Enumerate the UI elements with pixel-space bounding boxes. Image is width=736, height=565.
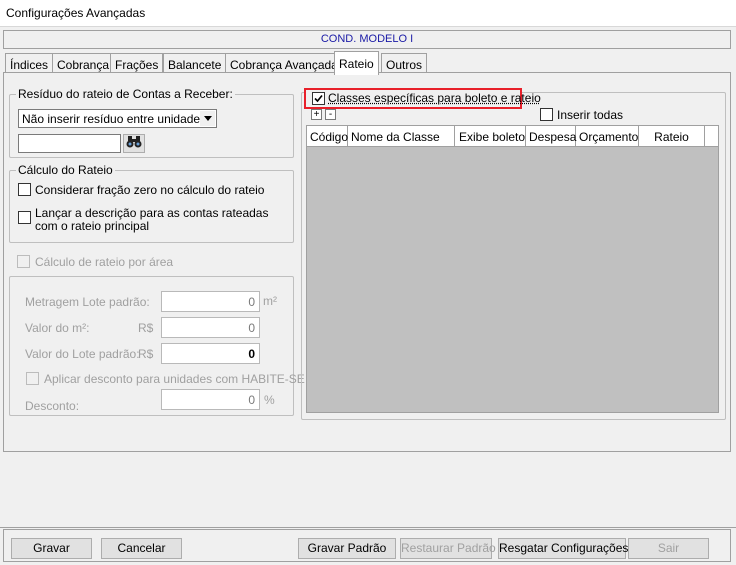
residuo-selected: Não inserir resíduo entre unidades bbox=[22, 112, 207, 126]
area-groupbox: Metragem Lote padrão: 0 m² Valor do m²: … bbox=[9, 276, 305, 416]
gravar-button[interactable]: Gravar bbox=[11, 538, 92, 559]
rateio-area-label: Cálculo de rateio por área bbox=[35, 255, 174, 269]
habite-se-label: Aplicar desconto para unidades com HABIT… bbox=[44, 372, 305, 386]
valor-m2-input[interactable]: 0 bbox=[161, 317, 260, 338]
column-header-label: Rateio bbox=[654, 130, 689, 144]
column-header-codigo[interactable]: Código bbox=[307, 126, 348, 147]
binoculars-icon bbox=[126, 136, 142, 151]
tab-indices[interactable]: Índices bbox=[5, 53, 54, 74]
bottom-button-bar: Gravar Cancelar Gravar Padrão Restaurar … bbox=[3, 529, 731, 562]
window-title: Configurações Avançadas bbox=[6, 6, 146, 20]
column-header-exibe-boleto[interactable]: Exibe boleto bbox=[455, 126, 526, 147]
tab-label: Frações bbox=[115, 58, 159, 72]
sair-button[interactable]: Sair bbox=[628, 538, 709, 559]
desconto-unit: % bbox=[264, 393, 275, 407]
inserir-todas-checkbox[interactable] bbox=[540, 108, 553, 121]
classes-specific-highlight: Classes específicas para boleto e rateio bbox=[304, 88, 541, 109]
desconto-label: Desconto: bbox=[25, 399, 80, 413]
metragem-input[interactable]: 0 bbox=[161, 291, 260, 312]
tab-fracoes[interactable]: Frações bbox=[110, 53, 164, 74]
tab-label: Rateio bbox=[339, 57, 374, 71]
tab-panel-rateio: Resíduo do rateio de Contas a Receber: N… bbox=[3, 72, 731, 452]
tab-label: Índices bbox=[10, 58, 49, 72]
residuo-groupbox: Resíduo do rateio de Contas a Receber: N… bbox=[9, 87, 294, 158]
sair-button-label: Sair bbox=[657, 541, 680, 555]
habite-se-checkbox[interactable] bbox=[26, 372, 39, 385]
lancar-descricao-label-1: Lançar a descrição para as contas ratead… bbox=[35, 206, 269, 220]
column-header-nome-classe[interactable]: Nome da Classe bbox=[348, 126, 455, 147]
fracao-zero-checkbox[interactable] bbox=[18, 183, 31, 196]
restaurar-padrao-label: Restaurar Padrão bbox=[401, 541, 496, 555]
metragem-unit: m² bbox=[263, 294, 277, 308]
tab-cobranca[interactable]: Cobrança bbox=[52, 53, 115, 74]
collapse-minus-button[interactable]: - bbox=[325, 109, 336, 120]
calculo-groupbox: Cálculo do Rateio Considerar fração zero… bbox=[9, 163, 294, 243]
tab-label: Cobrança bbox=[57, 58, 110, 72]
tab-rateio[interactable]: Rateio bbox=[334, 51, 379, 75]
resgatar-configuracoes-button[interactable]: Resgatar Configurações bbox=[498, 538, 629, 559]
column-header-orcamento[interactable]: Orçamento bbox=[576, 126, 639, 147]
window-titlebar: Configurações Avançadas bbox=[0, 0, 736, 27]
restaurar-padrao-button[interactable]: Restaurar Padrão bbox=[400, 538, 496, 559]
expand-plus-button[interactable]: + bbox=[311, 109, 322, 120]
classes-specific-checkbox[interactable] bbox=[312, 92, 325, 105]
residuo-search-input[interactable] bbox=[18, 134, 121, 153]
condominium-bar: COND. MODELO I bbox=[3, 30, 731, 49]
column-header-label: Despesa bbox=[529, 130, 577, 144]
chevron-down-icon bbox=[200, 111, 215, 126]
residuo-legend: Resíduo do rateio de Contas a Receber: bbox=[16, 87, 235, 101]
tab-outros[interactable]: Outros bbox=[381, 53, 428, 74]
column-header-label: Orçamento bbox=[579, 130, 639, 144]
tab-cobranca-avancada[interactable]: Cobrança Avançada bbox=[225, 53, 343, 74]
residuo-select[interactable]: Não inserir resíduo entre unidades bbox=[18, 109, 217, 128]
bottom-separator bbox=[0, 527, 736, 528]
classes-specific-label: Classes específicas para boleto e rateio bbox=[328, 91, 541, 105]
valor-m2-currency: R$ bbox=[138, 321, 154, 335]
inserir-todas-label: Inserir todas bbox=[557, 108, 624, 122]
condominium-name: COND. MODELO I bbox=[320, 33, 414, 45]
tab-balancete[interactable]: Balancete bbox=[163, 53, 227, 74]
classes-groupbox: Classes específicas para boleto e rateio… bbox=[301, 88, 726, 420]
valor-lote-label: Valor do Lote padrão: bbox=[25, 347, 140, 361]
column-header-label: Nome da Classe bbox=[351, 130, 440, 144]
binoculars-search-button[interactable] bbox=[123, 134, 145, 153]
fracao-zero-label: Considerar fração zero no cálculo do rat… bbox=[35, 183, 265, 197]
tab-label: Cobrança Avançada bbox=[230, 58, 338, 72]
desconto-input[interactable]: 0 bbox=[161, 389, 260, 410]
lancar-descricao-checkbox[interactable] bbox=[18, 211, 31, 224]
classes-grid-header: Código Nome da Classe Exibe boleto Despe… bbox=[307, 126, 718, 147]
checkmark-icon bbox=[314, 92, 323, 106]
metragem-label: Metragem Lote padrão: bbox=[25, 295, 150, 309]
column-header-despesa[interactable]: Despesa bbox=[526, 126, 576, 147]
classes-grid[interactable]: Código Nome da Classe Exibe boleto Despe… bbox=[306, 125, 719, 413]
tab-label: Outros bbox=[386, 58, 423, 72]
lancar-descricao-label-2: com o rateio principal bbox=[35, 219, 150, 233]
gravar-padrao-label: Gravar Padrão bbox=[307, 541, 387, 555]
column-header-rateio[interactable]: Rateio bbox=[639, 126, 705, 147]
resgatar-configuracoes-label: Resgatar Configurações bbox=[499, 541, 629, 555]
calculo-legend: Cálculo do Rateio bbox=[16, 163, 115, 177]
gravar-padrao-button[interactable]: Gravar Padrão bbox=[298, 538, 396, 559]
column-header-label: Código bbox=[310, 130, 349, 144]
valor-lote-input[interactable]: 0 bbox=[161, 343, 260, 364]
column-header-label: Exibe boleto bbox=[459, 130, 526, 144]
cancelar-button[interactable]: Cancelar bbox=[101, 538, 182, 559]
gravar-button-label: Gravar bbox=[33, 541, 70, 555]
valor-lote-currency: R$ bbox=[138, 347, 154, 361]
cancelar-button-label: Cancelar bbox=[117, 541, 166, 555]
rateio-area-checkbox[interactable] bbox=[17, 255, 30, 268]
tab-label: Balancete bbox=[168, 58, 222, 72]
valor-m2-label: Valor do m²: bbox=[25, 321, 90, 335]
